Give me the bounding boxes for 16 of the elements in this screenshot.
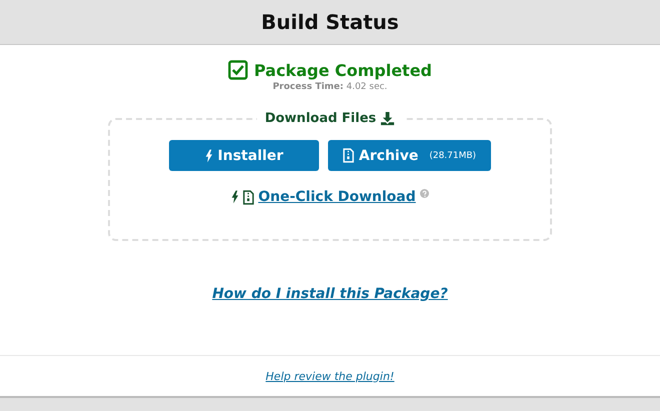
zip-file-icon (342, 148, 354, 163)
help-icon[interactable] (420, 189, 429, 198)
installer-button[interactable]: Installer (169, 140, 319, 171)
archive-button[interactable]: Archive (28.71MB) (328, 140, 491, 171)
lightning-icon (231, 190, 240, 204)
checkbox-check-icon (228, 60, 248, 80)
download-icon (380, 111, 396, 126)
review-link[interactable]: Help review the plugin! (266, 370, 394, 382)
lightning-icon (204, 148, 213, 162)
one-click-download-link[interactable]: One-Click Download (258, 189, 416, 205)
page-title: Build Status (261, 10, 399, 34)
download-heading: Download Files (264, 111, 376, 126)
install-help-link[interactable]: How do I install this Package? (212, 286, 448, 302)
process-time: Process Time: 4.02 sec. (272, 82, 388, 92)
zip-file-icon (243, 190, 254, 204)
status-title: Package Completed (254, 60, 432, 80)
